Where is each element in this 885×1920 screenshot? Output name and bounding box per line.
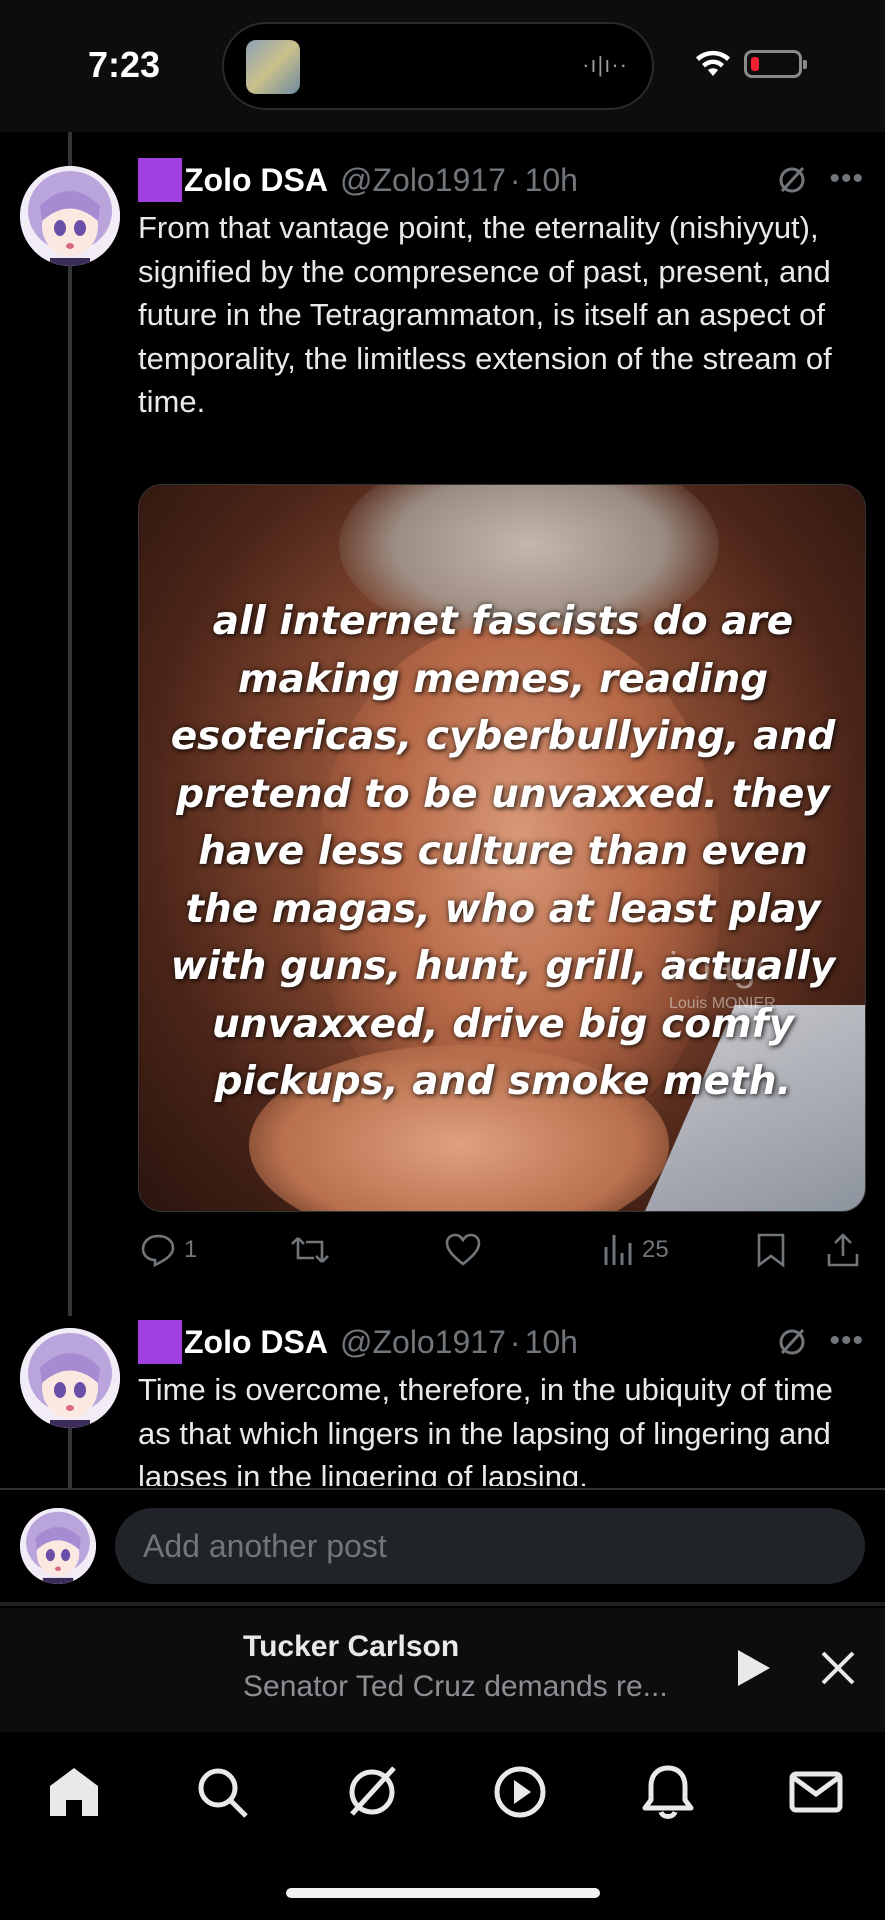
audio-wave-icon: ·ı|ı·· (582, 52, 628, 77)
avatar (20, 1508, 96, 1584)
post-actions: 1 25 (138, 1224, 868, 1276)
meta-separator: · (509, 1323, 521, 1360)
author-name[interactable]: Zolo DSA (184, 1324, 328, 1361)
thread-line (68, 1428, 72, 1488)
views-button[interactable]: 25 (602, 1224, 669, 1276)
player-title: Tucker Carlson (243, 1630, 460, 1663)
purple-square-badge (138, 1320, 182, 1364)
thread-post[interactable]: Zolo DSA @Zolo1917 · 10h ••• Time is ove… (138, 1320, 868, 1486)
share-button[interactable] (826, 1224, 860, 1276)
divider (0, 1602, 885, 1606)
home-icon[interactable] (44, 1762, 104, 1822)
post-age: 10h (524, 161, 578, 198)
post-text: From that vantage point, the eternality … (138, 210, 832, 419)
reply-button[interactable]: 1 (140, 1224, 197, 1276)
repost-button[interactable] (290, 1224, 330, 1276)
repost-icon (291, 1237, 329, 1263)
author-handle[interactable]: @Zolo1917 (340, 1324, 506, 1361)
reply-count: 1 (184, 1236, 198, 1263)
analytics-icon (604, 1235, 632, 1265)
thread-line (68, 266, 72, 1316)
messages-icon[interactable] (786, 1762, 846, 1822)
heart-icon (445, 1233, 481, 1266)
wifi-icon (696, 50, 730, 76)
anime-avatar-icon (20, 1508, 96, 1584)
home-indicator[interactable] (286, 1888, 600, 1898)
notifications-icon[interactable] (638, 1762, 698, 1822)
meta-separator: · (509, 161, 521, 198)
now-playing-thumbnail (246, 40, 300, 94)
like-button[interactable] (444, 1224, 482, 1276)
post-header: Zolo DSA @Zolo1917 · 10h ••• (138, 158, 868, 202)
avatar[interactable] (20, 166, 120, 266)
more-options-icon[interactable]: ••• (829, 1324, 864, 1358)
views-count: 25 (642, 1236, 669, 1263)
reply-composer: Add another post (0, 1490, 885, 1602)
anime-avatar-icon (20, 1328, 120, 1428)
close-icon[interactable] (820, 1650, 856, 1686)
post-text: Time is overcome, therefore, in the ubiq… (138, 1372, 833, 1486)
reply-icon (141, 1234, 175, 1268)
post-media-image[interactable]: image Louis MONIER all internet fascists… (138, 484, 866, 1212)
share-icon (827, 1233, 859, 1267)
status-time: 7:23 (88, 44, 161, 85)
grok-icon[interactable] (342, 1762, 402, 1822)
thread-line (68, 132, 72, 166)
search-icon[interactable] (192, 1762, 252, 1822)
bookmark-icon (757, 1233, 785, 1268)
player-subtitle: Senator Ted Cruz demands re... (243, 1670, 668, 1703)
thread-post[interactable]: Zolo DSA @Zolo1917 · 10h ••• From that v… (138, 158, 868, 424)
post-header: Zolo DSA @Zolo1917 · 10h ••• (138, 1320, 868, 1364)
dynamic-island[interactable]: ·ı|ı·· (222, 22, 654, 110)
author-handle[interactable]: @Zolo1917 (340, 162, 506, 199)
video-icon[interactable] (490, 1762, 550, 1822)
anime-avatar-icon (20, 166, 120, 266)
meme-overlay-text: all internet fascists do are making meme… (170, 599, 836, 1104)
avatar[interactable] (20, 1328, 120, 1428)
play-icon[interactable] (736, 1648, 772, 1688)
battery-icon (744, 50, 807, 78)
grok-icon[interactable] (776, 164, 808, 196)
status-bar: 7:23 ·ı|ı·· (0, 0, 885, 132)
add-post-input[interactable]: Add another post (115, 1508, 865, 1584)
grok-icon[interactable] (776, 1326, 808, 1358)
author-name[interactable]: Zolo DSA (184, 162, 328, 199)
more-options-icon[interactable]: ••• (829, 162, 864, 196)
post-age: 10h (524, 1323, 578, 1360)
purple-square-badge (138, 158, 182, 202)
mini-player[interactable]: Tucker Carlson Senator Ted Cruz demands … (0, 1608, 885, 1732)
bookmark-button[interactable] (756, 1224, 786, 1276)
